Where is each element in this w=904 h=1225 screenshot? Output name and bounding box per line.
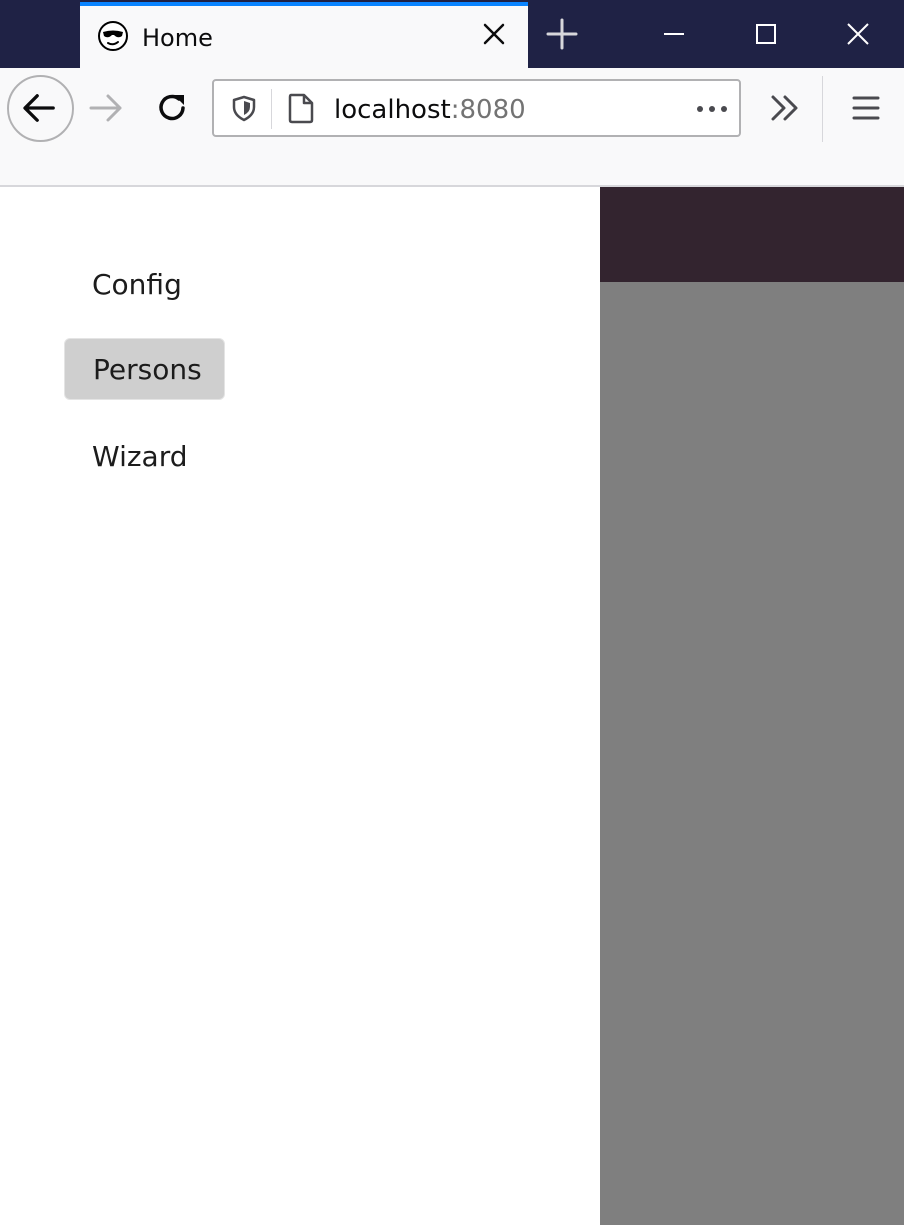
toolbar-separator (822, 76, 823, 142)
sidebar-item-wizard[interactable]: Wizard (64, 426, 216, 488)
url-host: localhost (334, 95, 451, 125)
page-content: Config Persons Wizard (0, 187, 904, 1225)
arrow-left-icon (23, 94, 55, 122)
new-tab-button[interactable] (544, 16, 580, 52)
url-bar[interactable]: localhost:8080 (212, 79, 741, 137)
tab-title: Home (142, 24, 213, 52)
url-separator (271, 89, 272, 129)
url-text[interactable]: localhost:8080 (334, 95, 526, 125)
tab-home[interactable]: Home (80, 2, 528, 68)
sidebar-item-persons[interactable]: Persons (64, 338, 225, 400)
browser-title-bar: Home (0, 0, 904, 68)
close-tab-icon[interactable] (480, 20, 508, 48)
hamburger-menu-icon[interactable] (848, 90, 884, 126)
more-actions-icon[interactable] (694, 95, 730, 123)
close-window-button[interactable] (838, 14, 878, 54)
maximize-button[interactable] (746, 14, 786, 54)
navigation-toolbar: localhost:8080 (0, 68, 904, 187)
reload-button[interactable] (152, 88, 192, 128)
url-port: :8080 (450, 95, 526, 125)
back-button[interactable] (7, 75, 74, 142)
page-icon[interactable] (286, 92, 316, 124)
face-with-sunglasses-icon (98, 21, 128, 51)
shield-icon[interactable] (230, 94, 258, 122)
overlay-backdrop[interactable] (600, 187, 904, 1225)
forward-button[interactable] (86, 88, 126, 128)
minimize-button[interactable] (654, 14, 694, 54)
sidebar-item-config[interactable]: Config (64, 254, 210, 316)
app-header-bar (600, 187, 904, 282)
overflow-menu-icon[interactable] (766, 90, 804, 126)
